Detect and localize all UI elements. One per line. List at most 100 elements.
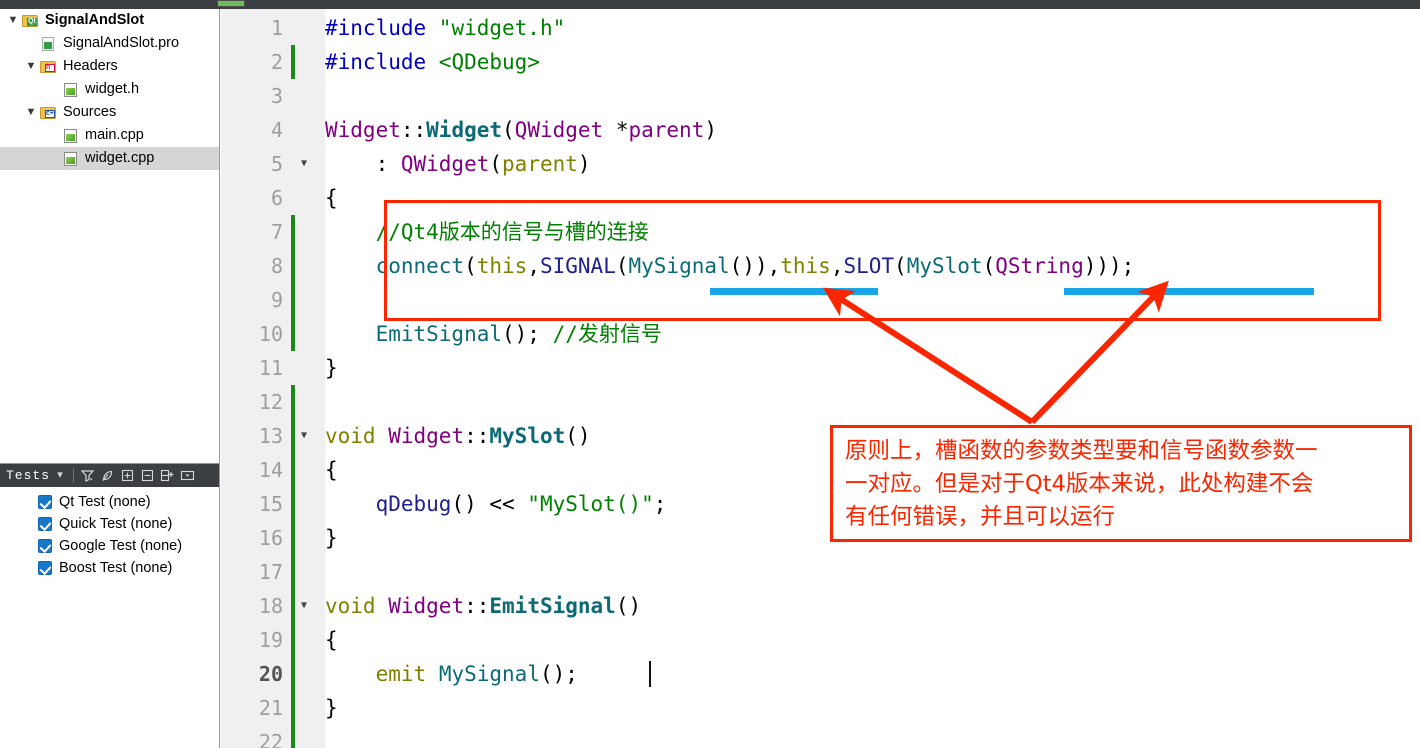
test-list-item[interactable]: Boost Test (none) (0, 557, 219, 579)
code-line[interactable]: 14 { (221, 453, 1420, 487)
code-line[interactable]: 13 ▼ void Widget::MySlot() (221, 419, 1420, 453)
tree-item-label: widget.h (85, 81, 140, 97)
code-line[interactable]: 2 #include <QDebug> (221, 45, 1420, 79)
code-line-text: { (325, 453, 338, 487)
code-line[interactable]: 22 (221, 725, 1420, 748)
fold-toggle-icon[interactable]: ▼ (297, 589, 311, 623)
code-line-text: Widget::Widget(QWidget *parent) (325, 113, 717, 147)
code-line-text: void Widget::EmitSignal() (325, 589, 641, 623)
code-line[interactable]: 3 (221, 79, 1420, 113)
checkbox-checked-icon[interactable] (38, 517, 52, 531)
code-token: { (325, 458, 338, 482)
expand-all-icon[interactable] (117, 466, 137, 486)
code-line[interactable]: 12 (221, 385, 1420, 419)
code-text-area[interactable]: 1 #include "widget.h" 2 #include <QDebug> 3 4… (221, 9, 1420, 748)
test-list-item[interactable]: Google Test (none) (0, 535, 219, 557)
code-token: } (325, 356, 338, 380)
code-line-text: #include <QDebug> (325, 45, 540, 79)
code-token: ( (489, 152, 503, 176)
checkbox-checked-icon[interactable] (38, 561, 52, 575)
code-line[interactable]: 19 { (221, 623, 1420, 657)
code-token: #include (325, 50, 439, 74)
checkbox-checked-icon[interactable] (38, 539, 52, 553)
test-list-item-label: Quick Test (none) (59, 516, 173, 532)
code-line[interactable]: 5 ▼ : QWidget(parent) (221, 147, 1420, 181)
tests-list[interactable]: Qt Test (none) Quick Test (none) Google Te… (0, 487, 219, 748)
code-token: { (325, 628, 338, 652)
collapse-all-icon[interactable] (137, 466, 157, 486)
tree-item-label: SignalAndSlot.pro (63, 35, 180, 51)
code-line[interactable]: 15 qDebug() << "MySlot()"; (221, 487, 1420, 521)
tree-item-label: Sources (63, 104, 117, 120)
code-token: ; (653, 492, 667, 516)
code-line[interactable]: 20 emit MySignal(); (221, 657, 1420, 691)
code-line[interactable]: 6{ (221, 181, 1420, 215)
test-list-item-label: Boost Test (none) (59, 560, 173, 576)
tree-item-sources[interactable]: ▼ c+ Sources (0, 101, 219, 124)
tree-item-widget-cpp[interactable]: ▼widget.cpp (0, 147, 219, 170)
tree-item-signalandslot[interactable]: ▼ Qt SignalAndSlot (0, 9, 219, 32)
change-marker (291, 317, 295, 351)
project-tree[interactable]: ▼QtSignalAndSlot▼SignalAndSlot.pro▼hHead… (0, 9, 219, 464)
code-token: } (325, 526, 338, 550)
code-token: () (615, 594, 642, 618)
code-line[interactable]: 17 (221, 555, 1420, 589)
code-line[interactable]: 21} (221, 691, 1420, 725)
source-file-icon (62, 128, 79, 143)
chevron-down-icon[interactable]: ▼ (22, 61, 40, 72)
leaf-icon[interactable] (97, 466, 117, 486)
code-line[interactable]: 11} (221, 351, 1420, 385)
icon-badge: h (46, 64, 51, 71)
line-number: 9 (270, 288, 283, 312)
options-icon[interactable] (177, 466, 197, 486)
filter-icon[interactable] (77, 466, 97, 486)
code-line[interactable]: 9 (221, 283, 1420, 317)
code-token: (); (539, 662, 578, 686)
code-line[interactable]: 7 //Qt4版本的信号与槽的连接 (221, 215, 1420, 249)
change-marker (291, 623, 295, 657)
code-line[interactable]: 10 EmitSignal(); //发射信号 (221, 317, 1420, 351)
code-token: MySignal (438, 662, 540, 686)
code-token: void (325, 594, 376, 618)
code-token: , (527, 254, 540, 278)
code-token: EmitSignal (489, 594, 616, 618)
change-marker (291, 419, 295, 453)
tree-item-label: widget.cpp (85, 150, 155, 166)
source-file-icon (62, 151, 79, 166)
line-number: 16 (258, 526, 283, 550)
tree-item-main-cpp[interactable]: ▼main.cpp (0, 124, 219, 147)
code-line[interactable]: 18 ▼ void Widget::EmitSignal() (221, 589, 1420, 623)
code-line-text: EmitSignal(); //发射信号 (325, 317, 662, 351)
chevron-down-icon[interactable]: ▼ (4, 15, 22, 26)
active-tab-marker[interactable] (217, 0, 245, 7)
code-line-text: : QWidget(parent) (325, 147, 591, 181)
tests-toolbar: Tests ▾ (0, 464, 219, 487)
fold-toggle-icon[interactable]: ▼ (297, 147, 311, 181)
test-list-item-label: Qt Test (none) (59, 494, 151, 510)
fold-toggle-icon[interactable]: ▼ (297, 419, 311, 453)
code-line[interactable]: 8 connect(this,SIGNAL(MySignal()),this,S… (221, 249, 1420, 283)
code-line[interactable]: 1 #include "widget.h" (221, 11, 1420, 45)
tree-item-widget-h[interactable]: ▼widget.h (0, 78, 219, 101)
code-line[interactable]: 4 Widget::Widget(QWidget *parent) (221, 113, 1420, 147)
test-list-item-label: Google Test (none) (59, 538, 183, 554)
change-marker (291, 657, 295, 691)
chevron-down-icon[interactable]: ▼ (22, 107, 40, 118)
tree-item-signalandslot-pro[interactable]: ▼SignalAndSlot.pro (0, 32, 219, 55)
change-marker (291, 725, 295, 748)
test-list-item[interactable]: Qt Test (none) (0, 491, 219, 513)
run-selected-icon[interactable] (157, 466, 177, 486)
code-line[interactable]: 16} (221, 521, 1420, 555)
code-editor[interactable]: 1 #include "widget.h" 2 #include <QDebug> 3 4… (221, 9, 1420, 748)
code-line-text: emit MySignal(); (325, 657, 578, 691)
icon-badge: Qt (28, 18, 36, 25)
code-token: QWidget (514, 118, 604, 142)
dropdown-caret-icon[interactable]: ▾ (50, 466, 70, 486)
line-number: 13 (258, 424, 283, 448)
tree-item-headers[interactable]: ▼ h Headers (0, 55, 219, 78)
test-list-item[interactable]: Quick Test (none) (0, 513, 219, 535)
checkbox-checked-icon[interactable] (38, 495, 52, 509)
code-token: MySignal (628, 254, 730, 278)
